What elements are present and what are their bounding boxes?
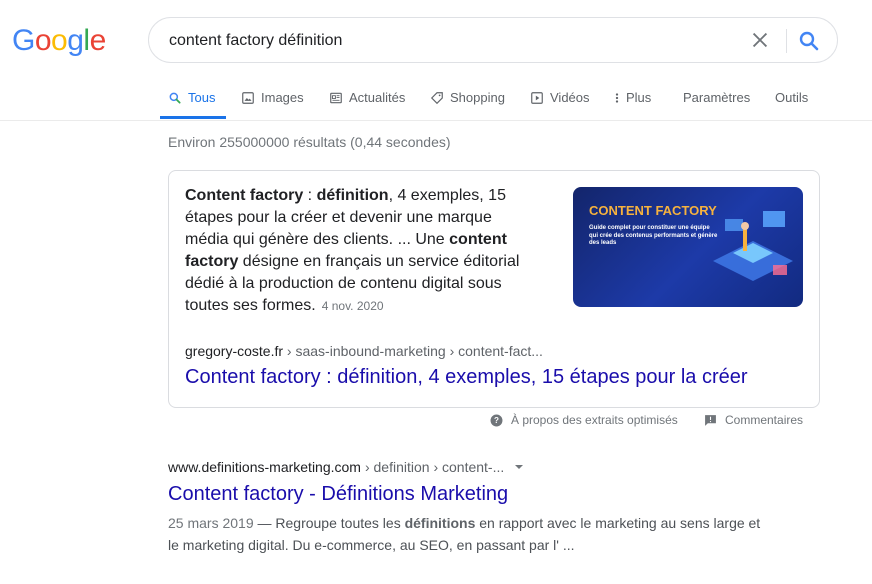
play-icon xyxy=(531,91,543,104)
snippet-title-link[interactable]: Content factory : définition, 4 exemples… xyxy=(185,366,748,389)
result-title-link[interactable]: Content factory - Définitions Marketing xyxy=(168,483,508,506)
tab-images[interactable]: Images xyxy=(241,90,304,105)
tab-tous[interactable]: Tous xyxy=(168,90,215,105)
featured-snippet: Content factory : définition, 4 exemples… xyxy=(168,170,820,408)
snippet-bold: Content factory xyxy=(185,187,304,204)
snippet-text: Content factory : définition, 4 exemples… xyxy=(185,185,525,317)
tab-label: Outils xyxy=(775,90,809,105)
thumbnail-title: CONTENT FACTORY xyxy=(589,203,717,218)
snippet-url: gregory-coste.fr › saas-inbound-marketin… xyxy=(185,343,543,359)
result-date: 25 mars 2019 xyxy=(168,515,254,531)
logo-letter: o xyxy=(51,24,68,57)
image-icon xyxy=(242,91,254,104)
tab-outils[interactable]: Outils xyxy=(775,90,808,105)
about-featured-snippets[interactable]: ? À propos des extraits optimisés xyxy=(490,413,678,427)
snippet-text-part: : xyxy=(303,187,317,204)
logo-letter: o xyxy=(34,24,52,57)
feedback-link[interactable]: Commentaires xyxy=(704,413,803,427)
about-label: À propos des extraits optimisés xyxy=(511,413,678,427)
feedback-icon xyxy=(705,414,716,426)
result-bold: définitions xyxy=(404,515,476,531)
logo-letter: e xyxy=(89,24,107,57)
google-logo[interactable]: Google xyxy=(12,24,106,58)
help-icon: ? xyxy=(490,414,503,426)
tab-videos[interactable]: Vidéos xyxy=(530,90,590,105)
feedback-label: Commentaires xyxy=(725,413,804,427)
search-box[interactable]: content factory définition xyxy=(148,17,838,63)
result-description: 25 mars 2019 — Regroupe toutes les défin… xyxy=(168,512,768,556)
search-icon xyxy=(169,92,181,104)
thumbnail-subtitle: Guide complet pour constituer une équipe… xyxy=(589,225,718,246)
search-tabs: Tous Images Actualités Shopping Vidéos P… xyxy=(0,86,872,121)
result-domain: www.definitions-marketing.com xyxy=(168,459,361,475)
snippet-breadcrumb: › saas-inbound-marketing › content-fact.… xyxy=(283,343,543,359)
result-url: www.definitions-marketing.com › definiti… xyxy=(168,459,526,475)
snippet-bold: définition xyxy=(316,187,389,204)
result-breadcrumb: › definition › content-... xyxy=(364,459,505,475)
tab-label: Tous xyxy=(188,90,216,105)
tab-label: Vidéos xyxy=(550,90,590,105)
news-icon xyxy=(330,92,342,103)
tab-label: Plus xyxy=(626,90,652,105)
tab-plus[interactable]: Plus xyxy=(614,90,651,105)
snippet-domain: gregory-coste.fr xyxy=(185,343,284,359)
logo-letter: G xyxy=(12,24,35,57)
tag-icon xyxy=(430,91,443,104)
result-text-part: — Regroupe toutes les xyxy=(253,515,405,531)
search-icon[interactable] xyxy=(797,29,821,53)
svg-text:?: ? xyxy=(494,416,499,425)
active-tab-indicator xyxy=(160,116,226,119)
caret-down-icon[interactable] xyxy=(512,462,526,472)
tab-shopping[interactable]: Shopping xyxy=(430,90,505,105)
snippet-date: 4 nov. 2020 xyxy=(321,299,384,313)
tab-actualites[interactable]: Actualités xyxy=(329,90,405,105)
result-stats: Environ 255000000 résultats (0,44 second… xyxy=(168,134,451,150)
close-icon[interactable] xyxy=(749,29,771,51)
search-input[interactable]: content factory définition xyxy=(169,32,342,50)
isometric-illustration xyxy=(713,211,793,281)
search-divider xyxy=(786,29,787,53)
tab-label: Images xyxy=(261,90,304,105)
logo-letter: g xyxy=(67,24,84,57)
tab-label: Shopping xyxy=(450,90,505,105)
tab-parametres[interactable]: Paramètres xyxy=(683,90,750,105)
more-vert-icon xyxy=(615,92,619,103)
snippet-thumbnail[interactable]: CONTENT FACTORY Guide complet pour const… xyxy=(573,187,803,307)
tab-label: Paramètres xyxy=(683,90,751,105)
tab-label: Actualités xyxy=(349,90,406,105)
